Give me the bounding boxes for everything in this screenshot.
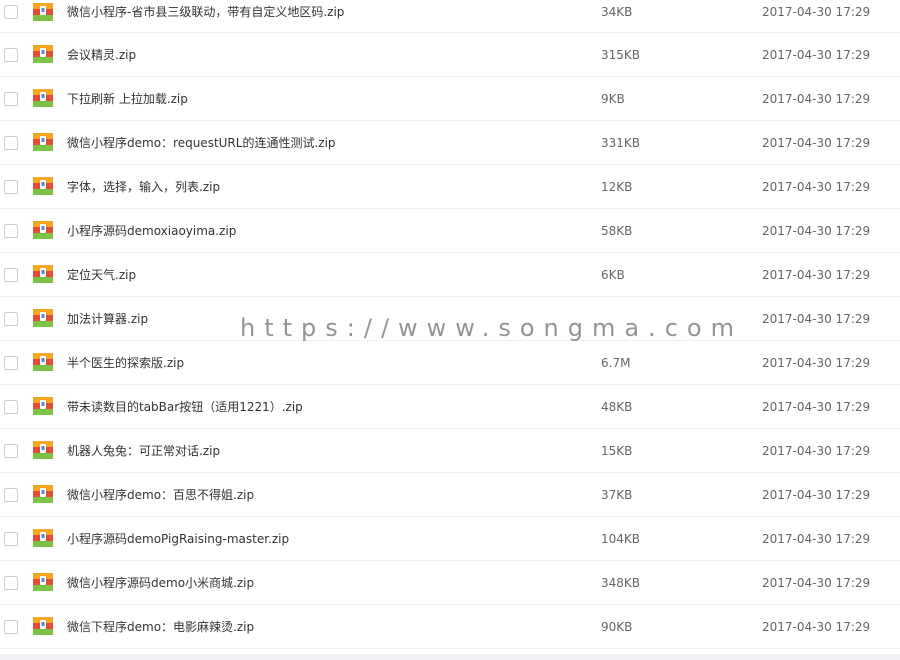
file-size: 34KB [601, 5, 633, 19]
checkbox-icon[interactable] [4, 488, 18, 502]
zip-archive-icon [33, 177, 53, 195]
file-name[interactable]: 机器人兔兔：可正常对话.zip [67, 444, 220, 458]
file-size: 15KB [601, 444, 633, 458]
file-size: 90KB [601, 620, 633, 634]
zip-archive-icon [33, 3, 53, 21]
file-size: 37KB [601, 488, 633, 502]
file-date: 2017-04-30 17:29 [762, 444, 871, 458]
file-date: 2017-04-30 17:29 [762, 92, 871, 106]
zip-archive-icon [33, 529, 53, 547]
table-row[interactable]: 微信小程序-省市县三级联动，带有自定义地区码.zip 34KB 2017-04-… [0, 0, 900, 33]
table-row[interactable]: 下拉刷新 上拉加载.zip 9KB 2017-04-30 17:29 [0, 77, 900, 121]
zip-archive-icon [33, 573, 53, 591]
watermark: https://www.songma.com [240, 314, 743, 342]
zip-archive-icon [33, 397, 53, 415]
file-size: 331KB [601, 136, 641, 150]
table-row[interactable]: 小程序源码demoPigRaising-master.zip 104KB 201… [0, 517, 900, 561]
table-row[interactable]: 机器人兔兔：可正常对话.zip 15KB 2017-04-30 17:29 [0, 429, 900, 473]
file-size: 58KB [601, 224, 633, 238]
table-row[interactable]: 半个医生的探索版.zip 6.7M 2017-04-30 17:29 [0, 341, 900, 385]
file-date: 2017-04-30 17:29 [762, 400, 871, 414]
checkbox-icon[interactable] [4, 268, 18, 282]
file-date: 2017-04-30 17:29 [762, 620, 871, 634]
checkbox-icon[interactable] [4, 532, 18, 546]
file-date: 2017-04-30 17:29 [762, 312, 871, 326]
checkbox-icon[interactable] [4, 620, 18, 634]
file-name[interactable]: 微信小程序demo：百思不得姐.zip [67, 488, 254, 502]
checkbox-icon[interactable] [4, 180, 18, 194]
file-date: 2017-04-30 17:29 [762, 48, 871, 62]
file-name[interactable]: 定位天气.zip [67, 268, 136, 282]
table-row[interactable]: 带未读数目的tabBar按钮（适用1221）.zip 48KB 2017-04-… [0, 385, 900, 429]
file-date: 2017-04-30 17:29 [762, 532, 871, 546]
table-row[interactable]: 会议精灵.zip 315KB 2017-04-30 17:29 [0, 33, 900, 77]
file-date: 2017-04-30 17:29 [762, 180, 871, 194]
file-name[interactable]: 小程序源码demoxiaoyima.zip [67, 224, 236, 238]
zip-archive-icon [33, 265, 53, 283]
table-row[interactable]: 微信小程序demo：百思不得姐.zip 37KB 2017-04-30 17:2… [0, 473, 900, 517]
zip-archive-icon [33, 89, 53, 107]
file-name[interactable]: 字体，选择，输入，列表.zip [67, 180, 220, 194]
file-name[interactable]: 下拉刷新 上拉加载.zip [67, 92, 188, 106]
file-name[interactable]: 会议精灵.zip [67, 48, 136, 62]
file-date: 2017-04-30 17:29 [762, 224, 871, 238]
file-size: 6KB [601, 268, 625, 282]
checkbox-icon[interactable] [4, 5, 18, 19]
file-size: 104KB [601, 532, 641, 546]
checkbox-icon[interactable] [4, 224, 18, 238]
file-date: 2017-04-30 17:29 [762, 268, 871, 282]
zip-archive-icon [33, 353, 53, 371]
file-name[interactable]: 半个医生的探索版.zip [67, 356, 184, 370]
zip-archive-icon [33, 441, 53, 459]
file-size: 9KB [601, 92, 625, 106]
file-size: 48KB [601, 400, 633, 414]
file-date: 2017-04-30 17:29 [762, 488, 871, 502]
zip-archive-icon [33, 133, 53, 151]
zip-archive-icon [33, 485, 53, 503]
checkbox-icon[interactable] [4, 48, 18, 62]
table-row[interactable]: 字体，选择，输入，列表.zip 12KB 2017-04-30 17:29 [0, 165, 900, 209]
zip-archive-icon [33, 221, 53, 239]
table-row[interactable]: 微信小程序demo：requestURL的连通性测试.zip 331KB 201… [0, 121, 900, 165]
checkbox-icon[interactable] [4, 312, 18, 326]
file-name[interactable]: 微信小程序demo：requestURL的连通性测试.zip [67, 136, 336, 150]
file-name[interactable]: 加法计算器.zip [67, 312, 148, 326]
file-name[interactable]: 小程序源码demoPigRaising-master.zip [67, 532, 289, 546]
status-bar [0, 654, 900, 660]
file-size: 6.7M [601, 356, 631, 370]
checkbox-icon[interactable] [4, 400, 18, 414]
checkbox-icon[interactable] [4, 92, 18, 106]
file-name[interactable]: 微信小程序-省市县三级联动，带有自定义地区码.zip [67, 5, 344, 19]
checkbox-icon[interactable] [4, 356, 18, 370]
checkbox-icon[interactable] [4, 444, 18, 458]
zip-archive-icon [33, 45, 53, 63]
table-row[interactable]: 定位天气.zip 6KB 2017-04-30 17:29 [0, 253, 900, 297]
file-date: 2017-04-30 17:29 [762, 576, 871, 590]
file-name[interactable]: 微信小程序源码demo小米商城.zip [67, 576, 254, 590]
file-name[interactable]: 带未读数目的tabBar按钮（适用1221）.zip [67, 400, 303, 414]
file-date: 2017-04-30 17:29 [762, 136, 871, 150]
zip-archive-icon [33, 309, 53, 327]
table-row[interactable]: 微信小程序源码demo小米商城.zip 348KB 2017-04-30 17:… [0, 561, 900, 605]
file-date: 2017-04-30 17:29 [762, 5, 871, 19]
table-row[interactable]: 小程序源码demoxiaoyima.zip 58KB 2017-04-30 17… [0, 209, 900, 253]
checkbox-icon[interactable] [4, 576, 18, 590]
table-row[interactable]: 微信下程序demo：电影麻辣烫.zip 90KB 2017-04-30 17:2… [0, 605, 900, 649]
file-size: 315KB [601, 48, 641, 62]
file-size: 12KB [601, 180, 633, 194]
file-name[interactable]: 微信下程序demo：电影麻辣烫.zip [67, 620, 254, 634]
file-size: 348KB [601, 576, 641, 590]
zip-archive-icon [33, 617, 53, 635]
file-date: 2017-04-30 17:29 [762, 356, 871, 370]
checkbox-icon[interactable] [4, 136, 18, 150]
